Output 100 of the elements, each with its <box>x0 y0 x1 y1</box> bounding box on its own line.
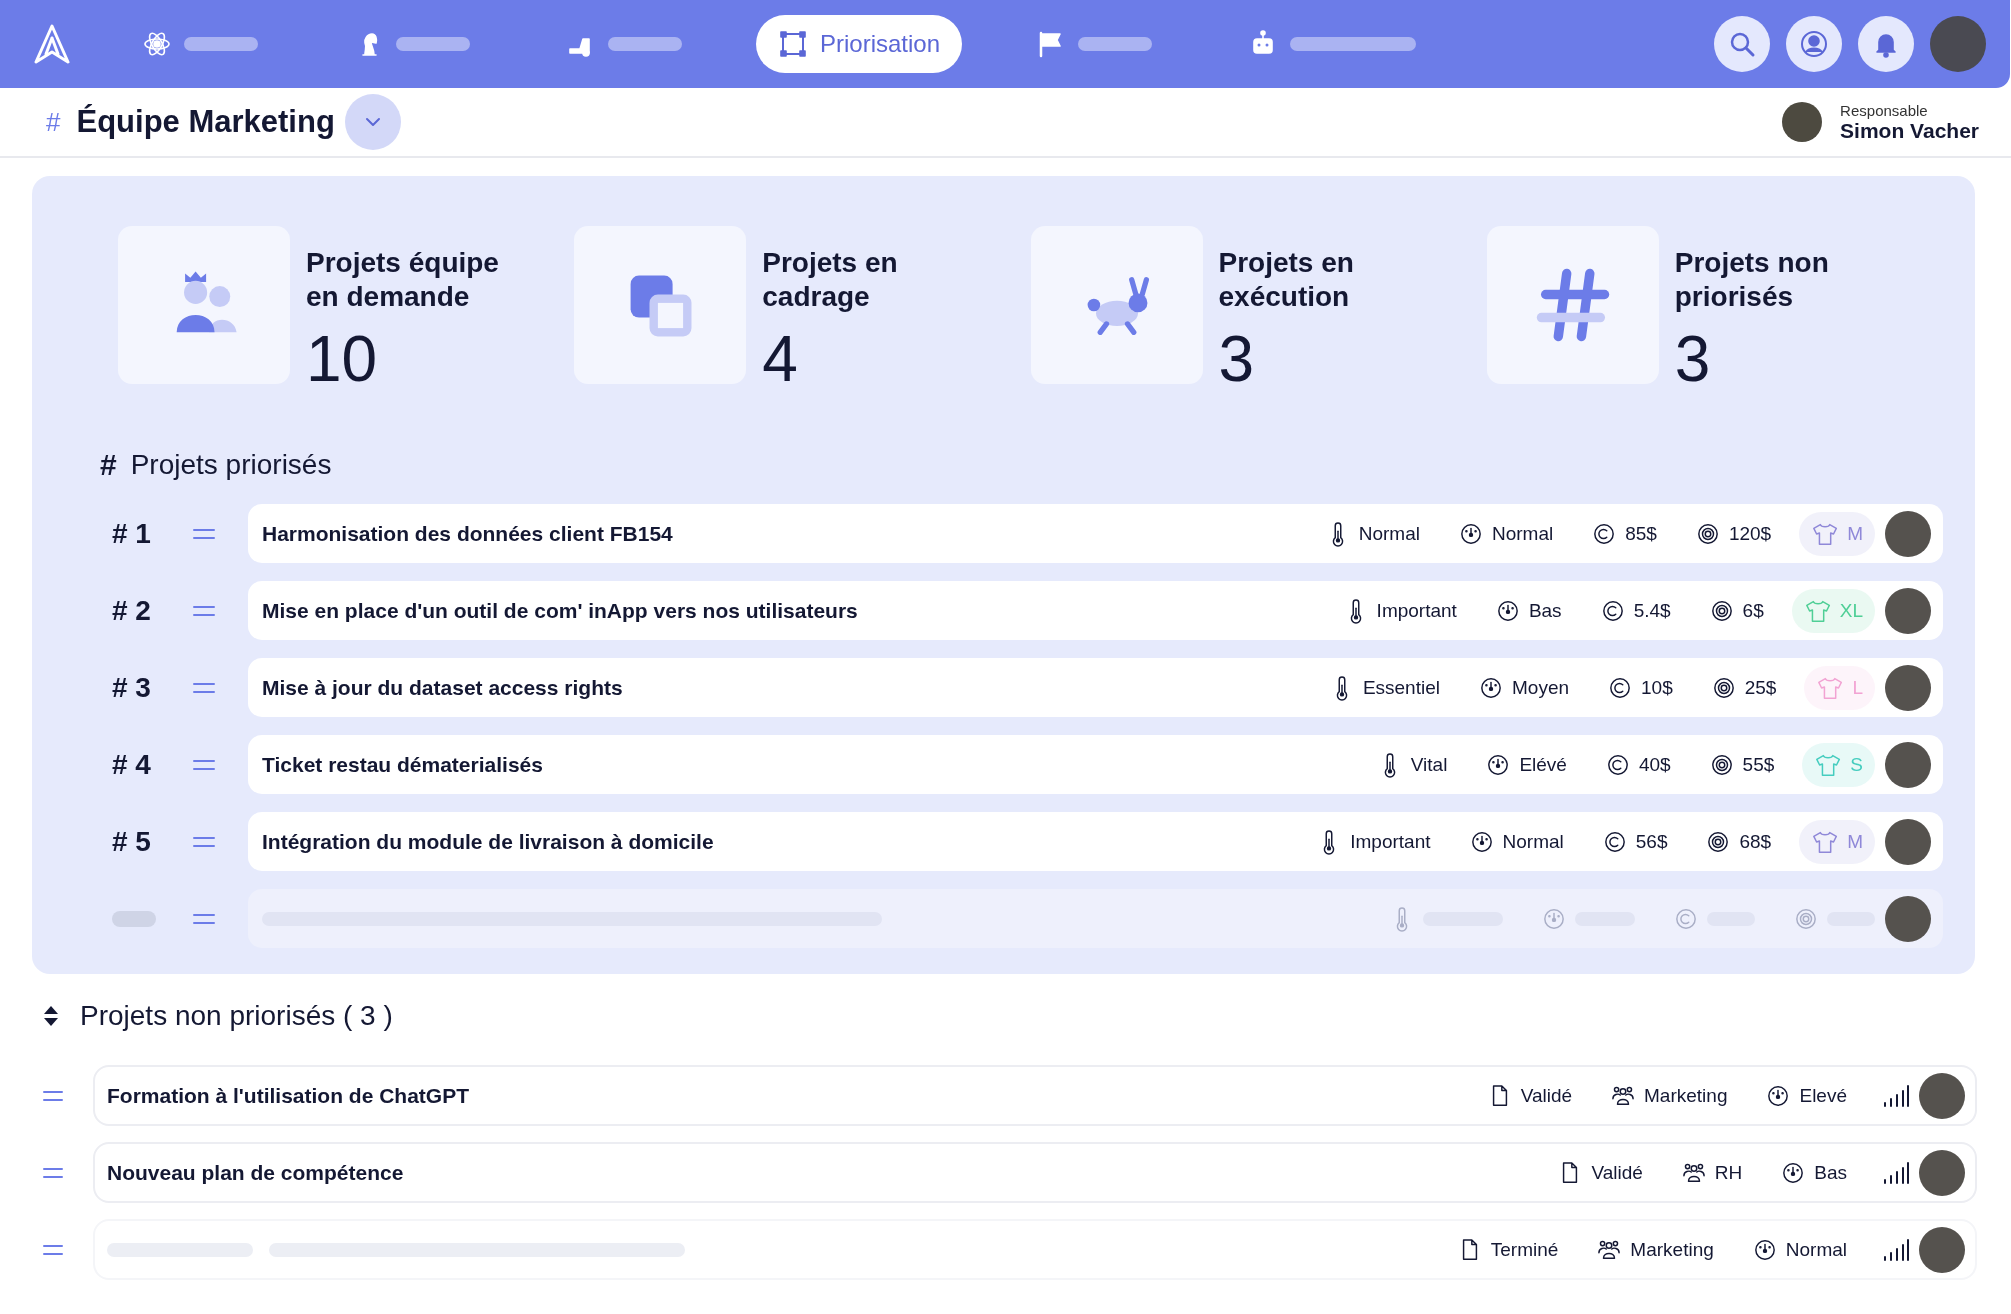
drag-handle-icon <box>192 603 216 618</box>
stat-title: Projets en cadrage <box>762 246 899 314</box>
impact-label: Normal <box>1491 522 1554 545</box>
team-label: RH <box>1714 1161 1743 1184</box>
avatar <box>1885 741 1931 788</box>
cost-label: 40$ <box>1638 753 1671 776</box>
logo-icon <box>34 24 70 64</box>
impact-label: Elevé <box>1799 1084 1847 1107</box>
avatar <box>1919 1072 1965 1119</box>
drag-handle-icon <box>192 526 216 541</box>
owner-label: Responsable <box>1840 101 1929 119</box>
impact-label: Bas <box>1814 1161 1847 1184</box>
cost-label: 85$ <box>1625 522 1657 545</box>
avatar <box>1885 818 1931 865</box>
avatar <box>1782 102 1823 142</box>
stat-value: 3 <box>1218 322 1256 396</box>
rank-label: # 5 <box>111 825 152 858</box>
user-icon <box>1799 29 1829 59</box>
nav-tab[interactable]: Priorisation <box>756 15 963 73</box>
project-title: Nouveau plan de compétence <box>107 1160 405 1185</box>
crop-frame-icon <box>778 29 808 59</box>
stat-value: 4 <box>762 322 799 396</box>
signal-bars-icon <box>1883 1237 1909 1262</box>
team-label: Marketing <box>1630 1238 1714 1261</box>
project-card[interactable]: Terminé Marketing Normal <box>93 1219 1977 1280</box>
rank-label: # 4 <box>111 748 152 781</box>
project-card[interactable]: Mise à jour du dataset access rights Essentiel Moyen 10$ 25$ L <box>248 658 1943 717</box>
gain-label: 25$ <box>1744 676 1777 699</box>
status-label: Validé <box>1591 1161 1643 1184</box>
owner-name: Simon Vacher <box>1840 118 1979 143</box>
section-title: Projets priorisés <box>130 449 332 481</box>
drag-handle-icon <box>42 1088 64 1103</box>
signal-bars-icon <box>1883 1083 1909 1108</box>
project-title: Mise en place d'un outil de com' inApp vers nos utilisateurs <box>262 598 859 623</box>
project-card[interactable]: Harmonisation des données client FB154 Normal Normal 85$ 120$ M <box>248 504 1943 563</box>
drag-handle-icon <box>42 1242 64 1257</box>
search-button[interactable] <box>1714 16 1770 72</box>
team-label: Marketing <box>1644 1084 1728 1107</box>
size-tag: L <box>1804 665 1875 710</box>
team-title: Équipe Marketing <box>76 104 335 140</box>
project-card[interactable]: Nouveau plan de compétence Validé RH Bas <box>93 1142 1977 1203</box>
rank-label: # 2 <box>111 594 152 627</box>
size-tag: XL <box>1791 588 1875 633</box>
drag-handle-icon <box>192 911 216 926</box>
rank-label: # 1 <box>111 517 152 550</box>
impact-label: Bas <box>1528 599 1562 622</box>
avatar <box>1885 587 1931 634</box>
status-label: Validé <box>1520 1084 1573 1107</box>
gain-label: 55$ <box>1742 753 1775 776</box>
impact-label: Normal <box>1785 1238 1847 1261</box>
cost-label: 56$ <box>1635 830 1668 853</box>
impact-label: Moyen <box>1512 676 1569 699</box>
stat-title: Projets équipe en demande <box>306 246 500 314</box>
profile-button[interactable] <box>1786 16 1842 72</box>
urgency-label: Essentiel <box>1362 676 1440 699</box>
cost-label: 10$ <box>1641 676 1673 699</box>
urgency-label: Important <box>1350 830 1431 853</box>
gain-label: 6$ <box>1742 599 1764 622</box>
drag-handle-icon <box>192 680 216 695</box>
avatar <box>1885 895 1931 942</box>
size-tag: M <box>1799 511 1875 556</box>
stat-title: Projets non priorisés <box>1674 246 1830 314</box>
status-label: Terminé <box>1490 1238 1559 1261</box>
section-title: Projets non priorisés ( 3 ) <box>80 1000 393 1032</box>
size-tag: M <box>1799 819 1875 864</box>
project-title: Ticket restau dématerialisés <box>262 752 544 777</box>
project-title: Harmonisation des données client FB154 <box>262 521 674 546</box>
project-card[interactable]: Ticket restau dématerialisés Vital Elévé 40$ 55$ S <box>248 735 1943 794</box>
avatar <box>1885 664 1931 711</box>
impact-label: Normal <box>1502 830 1564 853</box>
drag-handle-icon <box>192 834 216 849</box>
stat-title: Projets en exécution <box>1218 246 1355 314</box>
drag-handle-icon <box>42 1165 64 1180</box>
cost-label: 5.4$ <box>1633 599 1671 622</box>
project-card[interactable]: Formation à l'utilisation de ChatGPT Validé Marketing Elevé <box>93 1065 1977 1126</box>
project-title: Mise à jour du dataset access rights <box>262 675 624 700</box>
project-title: Formation à l'utilisation de ChatGPT <box>107 1083 470 1108</box>
project-title: Intégration du module de livraison à domicile <box>262 829 715 854</box>
rank-label: # 3 <box>111 671 152 704</box>
signal-bars-icon <box>1883 1160 1909 1185</box>
notifications-button[interactable] <box>1858 16 1914 72</box>
avatar <box>1885 510 1931 557</box>
project-card[interactable]: Mise en place d'un outil de com' inApp vers nos utilisateurs Important Bas 5.4$ 6$ XL <box>248 581 1943 640</box>
avatar <box>1919 1226 1965 1273</box>
stat-value: 3 <box>1674 322 1712 396</box>
size-tag: S <box>1802 742 1875 787</box>
sort-icon <box>42 1004 60 1028</box>
gain-label: 68$ <box>1739 830 1772 853</box>
urgency-label: Normal <box>1358 522 1420 545</box>
hash-icon: # <box>100 448 117 482</box>
impact-label: Elévé <box>1519 753 1567 776</box>
drag-handle-icon <box>192 757 216 772</box>
avatar <box>1919 1149 1965 1196</box>
project-card[interactable]: Intégration du module de livraison à domicile Important Normal 56$ 68$ M <box>248 812 1943 871</box>
avatar[interactable] <box>1930 16 1986 72</box>
gain-label: 120$ <box>1728 522 1772 545</box>
urgency-label: Vital <box>1410 753 1448 776</box>
stat-value: 10 <box>306 322 379 396</box>
urgency-label: Important <box>1376 599 1457 622</box>
hash-icon: # <box>46 106 61 138</box>
